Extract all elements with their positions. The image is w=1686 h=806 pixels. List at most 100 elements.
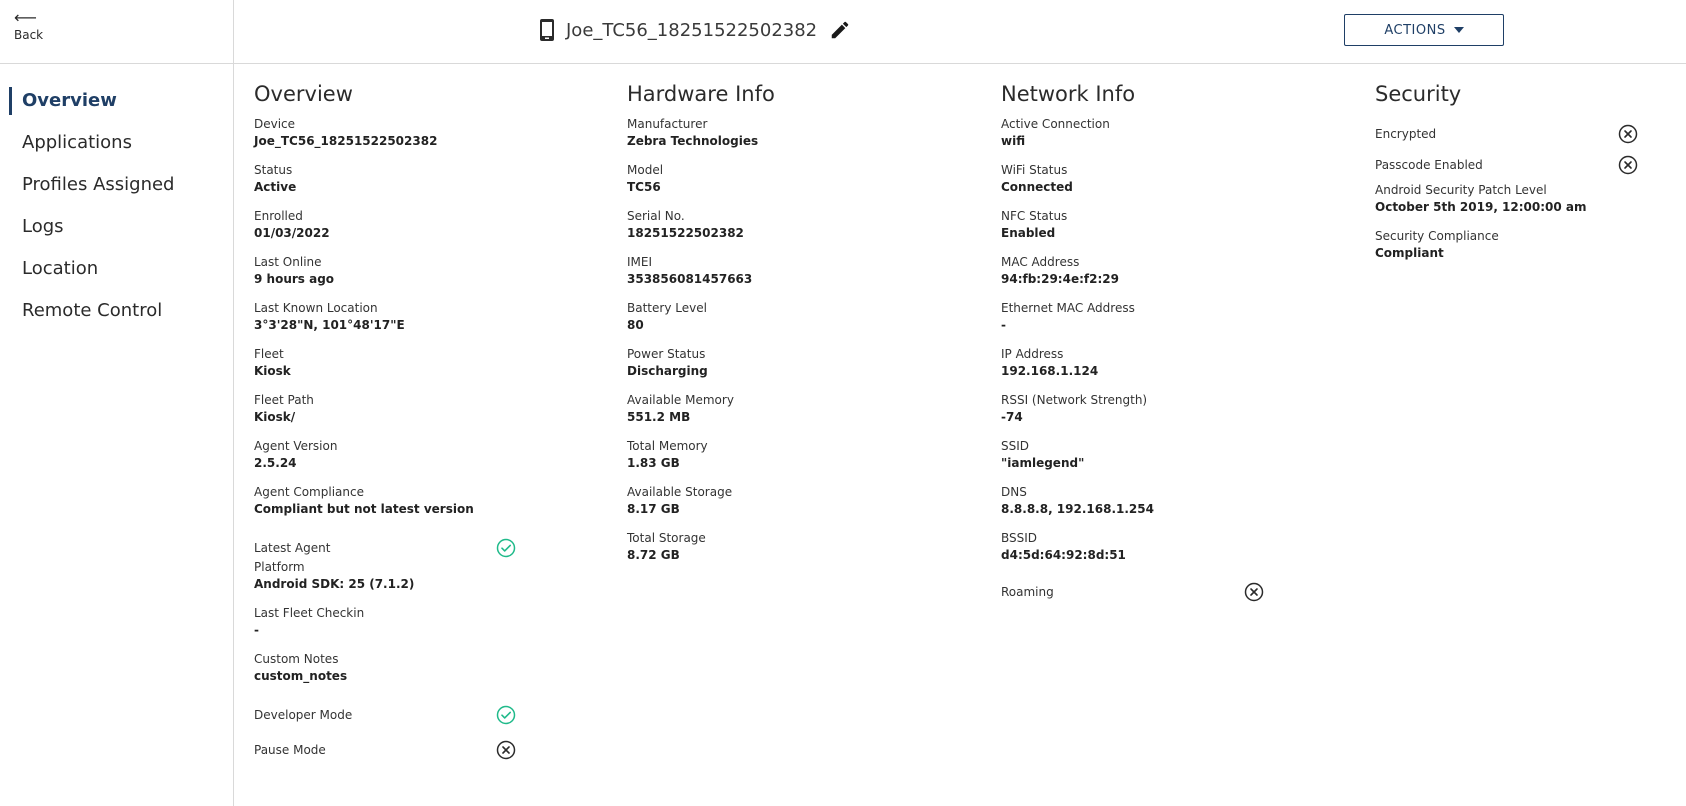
- back-label: Back: [14, 28, 44, 42]
- field-label: Manufacturer: [627, 117, 708, 131]
- field-label: Last Online: [254, 255, 322, 269]
- pause-mode-row: Pause Mode: [254, 732, 574, 767]
- passcode-label: Passcode Enabled: [1375, 157, 1483, 172]
- phone-icon: [540, 19, 554, 41]
- field-value: -: [254, 623, 259, 637]
- overview-heading: Overview: [254, 82, 353, 106]
- field-label: Total Storage: [627, 531, 706, 545]
- field-device: Device Joe_TC56_18251522502382: [254, 116, 574, 162]
- field-value: 3°3'28"N, 101°48'17"E: [254, 318, 405, 332]
- field-label: DNS: [1001, 485, 1027, 499]
- field-serial-no: Serial No. 18251522502382: [627, 208, 947, 254]
- field-active-connection: Active Connection wifi: [1001, 116, 1321, 162]
- field-label: Fleet: [254, 347, 284, 361]
- field-security-compliance: Security Compliance Compliant: [1375, 228, 1686, 274]
- sidebar-divider: [233, 0, 234, 806]
- field-label: Battery Level: [627, 301, 707, 315]
- actions-dropdown-button[interactable]: ACTIONS: [1344, 14, 1504, 46]
- sidebar-item-applications[interactable]: Applications: [0, 122, 233, 164]
- field-value: custom_notes: [254, 669, 348, 683]
- field-label: BSSID: [1001, 531, 1038, 545]
- field-label: Available Storage: [627, 485, 733, 499]
- field-label: Available Memory: [627, 393, 734, 407]
- field-manufacturer: Manufacturer Zebra Technologies: [627, 116, 947, 162]
- roaming-row: Roaming: [1001, 574, 1321, 609]
- field-value: -74: [1001, 410, 1023, 424]
- field-label: Status: [254, 163, 293, 177]
- field-label: RSSI (Network Strength): [1001, 393, 1148, 407]
- field-mac-address: MAC Address 94:fb:29:4e:f2:29: [1001, 254, 1321, 300]
- field-value: Compliant but not latest version: [254, 502, 474, 516]
- field-label: SSID: [1001, 439, 1030, 453]
- field-value: Joe_TC56_18251522502382: [254, 134, 438, 148]
- developer-mode-label: Developer Mode: [254, 707, 353, 722]
- field-available-memory: Available Memory 551.2 MB: [627, 392, 947, 438]
- passcode-row: Passcode Enabled: [1375, 151, 1686, 178]
- field-ssid: SSID "iamlegend": [1001, 438, 1321, 484]
- sidebar-item-profiles-assigned[interactable]: Profiles Assigned: [0, 164, 233, 206]
- field-label: Fleet Path: [254, 393, 314, 407]
- field-value: 9 hours ago: [254, 272, 335, 286]
- field-label: NFC Status: [1001, 209, 1068, 223]
- field-value: Android SDK: 25 (7.1.2): [254, 577, 415, 591]
- field-bssid: BSSID d4:5d:64:92:8d:51: [1001, 530, 1321, 576]
- field-ip-address: IP Address 192.168.1.124: [1001, 346, 1321, 392]
- field-label: Power Status: [627, 347, 706, 361]
- hardware-section: Hardware Info Manufacturer Zebra Technolo…: [627, 80, 947, 576]
- sidebar-item-location[interactable]: Location: [0, 248, 233, 290]
- sidebar-nav: Overview Applications Profiles Assigned …: [0, 80, 233, 332]
- field-value: -: [1001, 318, 1006, 332]
- field-value: 551.2 MB: [627, 410, 691, 424]
- field-value: Compliant: [1375, 246, 1444, 260]
- field-nfc-status: NFC Status Enabled: [1001, 208, 1321, 254]
- field-status: Status Active: [254, 162, 574, 208]
- field-custom-notes: Custom Notes custom_notes: [254, 651, 574, 697]
- field-value: Connected: [1001, 180, 1073, 194]
- check-circle-icon: [496, 538, 516, 557]
- field-platform: Platform Android SDK: 25 (7.1.2): [254, 559, 574, 605]
- security-heading: Security: [1375, 82, 1462, 106]
- field-value: wifi: [1001, 134, 1026, 148]
- field-value: 1.83 GB: [627, 456, 680, 470]
- field-available-storage: Available Storage 8.17 GB: [627, 484, 947, 530]
- field-value: October 5th 2019, 12:00:00 am: [1375, 200, 1587, 214]
- edit-pencil-icon[interactable]: [829, 19, 851, 41]
- field-label: Last Known Location: [254, 301, 378, 315]
- developer-mode-row: Developer Mode: [254, 697, 574, 732]
- field-value: 8.17 GB: [627, 502, 680, 516]
- sidebar-item-overview[interactable]: Overview: [0, 80, 233, 122]
- field-agent-version: Agent Version 2.5.24: [254, 438, 574, 484]
- back-button[interactable]: ⟵ Back: [14, 8, 44, 43]
- field-model: Model TC56: [627, 162, 947, 208]
- x-circle-icon: [496, 740, 516, 759]
- network-heading: Network Info: [1001, 82, 1136, 106]
- field-fleet-path: Fleet Path Kiosk/: [254, 392, 574, 438]
- field-label: Ethernet MAC Address: [1001, 301, 1135, 315]
- x-circle-icon: [1618, 155, 1638, 174]
- field-value: 353856081457663: [627, 272, 753, 286]
- field-label: Android Security Patch Level: [1375, 183, 1547, 197]
- encrypted-row: Encrypted: [1375, 116, 1686, 151]
- field-label: Enrolled: [254, 209, 303, 223]
- field-value: Active: [254, 180, 297, 194]
- field-label: Custom Notes: [254, 652, 339, 666]
- field-agent-compliance: Agent Compliance Compliant but not latest…: [254, 484, 574, 530]
- field-ethernet-mac-address: Ethernet MAC Address -: [1001, 300, 1321, 346]
- field-label: Active Connection: [1001, 117, 1110, 131]
- field-imei: IMEI 353856081457663: [627, 254, 947, 300]
- field-last-known-location: Last Known Location 3°3'28"N, 101°48'17"E: [254, 300, 574, 346]
- field-value: Kiosk/: [254, 410, 296, 424]
- field-label: Last Fleet Checkin: [254, 606, 365, 620]
- field-value: d4:5d:64:92:8d:51: [1001, 548, 1126, 562]
- encrypted-label: Encrypted: [1375, 126, 1437, 141]
- field-value: Enabled: [1001, 226, 1056, 240]
- field-label: Agent Version: [254, 439, 338, 453]
- field-battery-level: Battery Level 80: [627, 300, 947, 346]
- actions-label: ACTIONS: [1384, 22, 1446, 38]
- field-value: 18251522502382: [627, 226, 744, 240]
- hardware-heading: Hardware Info: [627, 82, 775, 106]
- sidebar-item-remote-control[interactable]: Remote Control: [0, 290, 233, 332]
- back-arrow-icon: ⟵: [14, 8, 37, 27]
- sidebar-item-logs[interactable]: Logs: [0, 206, 233, 248]
- top-bar: ⟵ Back Joe_TC56_18251522502382 ACTIONS: [0, 0, 1686, 64]
